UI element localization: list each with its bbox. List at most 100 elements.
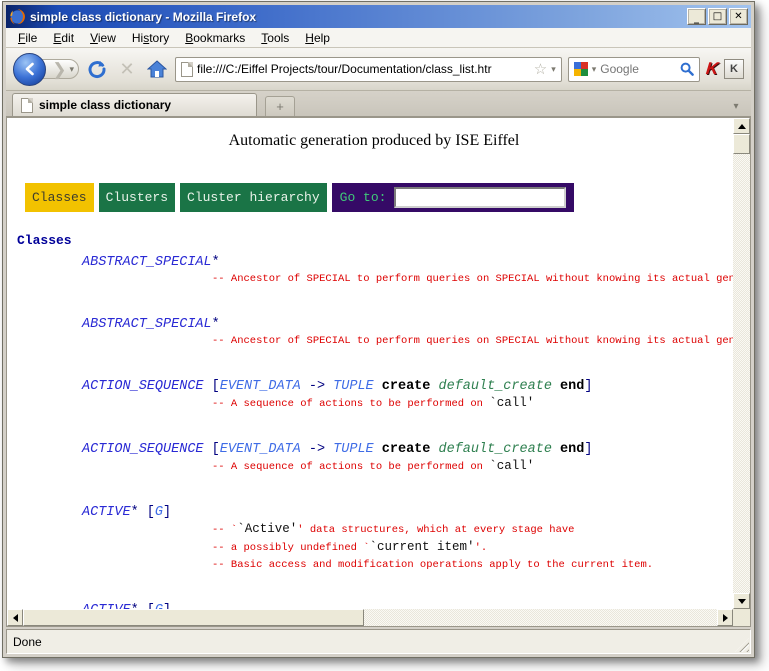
- firefox-window: simple class dictionary - Mozilla Firefo…: [2, 1, 755, 658]
- class-comment-line: -- Ancestor of SPECIAL to perform querie…: [212, 333, 733, 350]
- vertical-scroll-thumb[interactable]: [733, 134, 750, 154]
- comment-text: -- A sequence of actions to be performed…: [212, 398, 489, 410]
- code-text: [374, 379, 382, 394]
- menubar: File Edit View History Bookmarks Tools H…: [6, 28, 751, 48]
- code-text: [: [204, 442, 220, 457]
- menu-file[interactable]: File: [10, 29, 45, 47]
- horizontal-scroll-thumb[interactable]: [23, 609, 364, 626]
- code-text: [: [204, 379, 220, 394]
- arrow-right-icon: ❯: [52, 61, 66, 78]
- status-bar: Done: [6, 629, 751, 654]
- page-nav-buttons: Classes Clusters Cluster hierarchy Go to…: [25, 183, 733, 212]
- comment-text: '.: [475, 542, 488, 554]
- code-text: [374, 442, 382, 457]
- back-button[interactable]: [13, 53, 46, 86]
- clusters-button[interactable]: Clusters: [99, 183, 175, 212]
- code-text: create: [382, 379, 431, 394]
- google-engine-icon[interactable]: [574, 62, 588, 76]
- tab-simple-class-dictionary[interactable]: simple class dictionary: [12, 93, 257, 116]
- cluster-hierarchy-button[interactable]: Cluster hierarchy: [180, 183, 327, 212]
- engine-dropdown-icon[interactable]: ▾: [592, 65, 597, 74]
- scroll-right-button[interactable]: [717, 609, 733, 626]
- code-text: *: [212, 255, 220, 270]
- scroll-left-button[interactable]: [7, 609, 23, 626]
- scroll-down-button[interactable]: [733, 593, 750, 609]
- reload-button[interactable]: [85, 57, 109, 81]
- goto-label: Go to:: [340, 190, 387, 205]
- class-comment-line: -- ``Active'' data structures, which at …: [212, 521, 733, 539]
- code-text: *: [212, 317, 220, 332]
- address-bar[interactable]: ☆ ▾: [175, 57, 562, 82]
- classes-button[interactable]: Classes: [25, 183, 94, 212]
- class-link[interactable]: ABSTRACT_SPECIAL: [82, 317, 212, 332]
- class-link[interactable]: TUPLE: [333, 379, 374, 394]
- k-extension-button[interactable]: K: [724, 59, 744, 79]
- class-comment-line: -- A sequence of actions to be performed…: [212, 458, 733, 476]
- class-title-line: ACTION_SEQUENCE [EVENT_DATA -> TUPLE cre…: [82, 441, 733, 458]
- class-link[interactable]: EVENT_DATA: [220, 379, 301, 394]
- window-title: simple class dictionary - Mozilla Firefo…: [30, 10, 687, 24]
- comment-text: -- Basic access and modification operati…: [212, 559, 653, 571]
- firefox-icon: [9, 8, 26, 25]
- goto-input[interactable]: [394, 187, 566, 208]
- vertical-scrollbar[interactable]: [733, 118, 750, 609]
- code-text: `Active': [237, 522, 297, 536]
- scroll-up-button[interactable]: [733, 118, 750, 134]
- comment-text: -- a possibly undefined `: [212, 542, 370, 554]
- stop-button[interactable]: ✕: [115, 57, 139, 81]
- navigation-toolbar: ❯ ▾ ✕ ☆ ▾ ▾: [6, 48, 751, 91]
- code-text: ]: [584, 379, 592, 394]
- menu-view[interactable]: View: [82, 29, 124, 47]
- code-text: [552, 442, 560, 457]
- tab-list-button[interactable]: ▾: [724, 96, 748, 116]
- tab-bar: simple class dictionary + ▾: [6, 91, 751, 117]
- status-text: Done: [7, 635, 42, 649]
- close-button[interactable]: ✕: [729, 8, 748, 25]
- url-input[interactable]: [197, 62, 530, 76]
- history-dropdown-icon[interactable]: ▾: [69, 65, 74, 74]
- bookmark-star-icon[interactable]: ☆: [534, 62, 547, 77]
- menu-edit[interactable]: Edit: [45, 29, 82, 47]
- search-magnifier-icon[interactable]: [680, 62, 694, 76]
- class-entry: ABSTRACT_SPECIAL*-- Ancestor of SPECIAL …: [82, 316, 733, 350]
- new-tab-button[interactable]: +: [265, 96, 295, 116]
- menu-bookmarks[interactable]: Bookmarks: [177, 29, 253, 47]
- menu-help[interactable]: Help: [297, 29, 338, 47]
- class-link[interactable]: ACTIVE: [82, 505, 131, 520]
- class-comment-line: -- Ancestor of SPECIAL to perform querie…: [212, 271, 733, 288]
- class-entry: ACTION_SEQUENCE [EVENT_DATA -> TUPLE cre…: [82, 378, 733, 413]
- code-text: end: [560, 379, 584, 394]
- titlebar[interactable]: simple class dictionary - Mozilla Firefo…: [6, 5, 751, 28]
- code-text: `call': [489, 459, 534, 473]
- resize-grip[interactable]: [735, 638, 749, 652]
- maximize-button[interactable]: □: [708, 8, 727, 25]
- home-button[interactable]: [145, 57, 169, 81]
- comment-text: -- `: [212, 524, 237, 536]
- search-box[interactable]: ▾: [568, 57, 700, 82]
- class-link[interactable]: ABSTRACT_SPECIAL: [82, 255, 212, 270]
- class-comment-line: -- Basic access and modification operati…: [212, 557, 733, 574]
- code-text: ]: [584, 442, 592, 457]
- comment-text: -- Ancestor of SPECIAL to perform querie…: [212, 273, 733, 285]
- class-link[interactable]: TUPLE: [333, 442, 374, 457]
- url-dropdown-icon[interactable]: ▾: [551, 65, 556, 74]
- comment-text: -- A sequence of actions to be performed…: [212, 461, 489, 473]
- horizontal-scrollbar[interactable]: [7, 609, 733, 626]
- class-entries: ABSTRACT_SPECIAL*-- Ancestor of SPECIAL …: [82, 254, 733, 609]
- code-text: `current item': [370, 540, 475, 554]
- code-text: end: [560, 442, 584, 457]
- code-text: default_create: [439, 379, 552, 394]
- comment-text: ' data structures, which at every stage …: [297, 524, 574, 536]
- class-link[interactable]: G: [155, 505, 163, 520]
- kaspersky-icon[interactable]: K: [705, 59, 719, 79]
- page-icon: [181, 62, 193, 77]
- minimize-button[interactable]: _: [687, 8, 706, 25]
- class-link[interactable]: EVENT_DATA: [220, 442, 301, 457]
- arrow-left-icon: [23, 62, 37, 76]
- class-link[interactable]: ACTION_SEQUENCE: [82, 442, 204, 457]
- class-link[interactable]: ACTION_SEQUENCE: [82, 379, 204, 394]
- menu-history[interactable]: History: [124, 29, 177, 47]
- search-input[interactable]: [600, 62, 675, 76]
- menu-tools[interactable]: Tools: [253, 29, 297, 47]
- class-title-line: ACTIVE* [G]: [82, 504, 733, 521]
